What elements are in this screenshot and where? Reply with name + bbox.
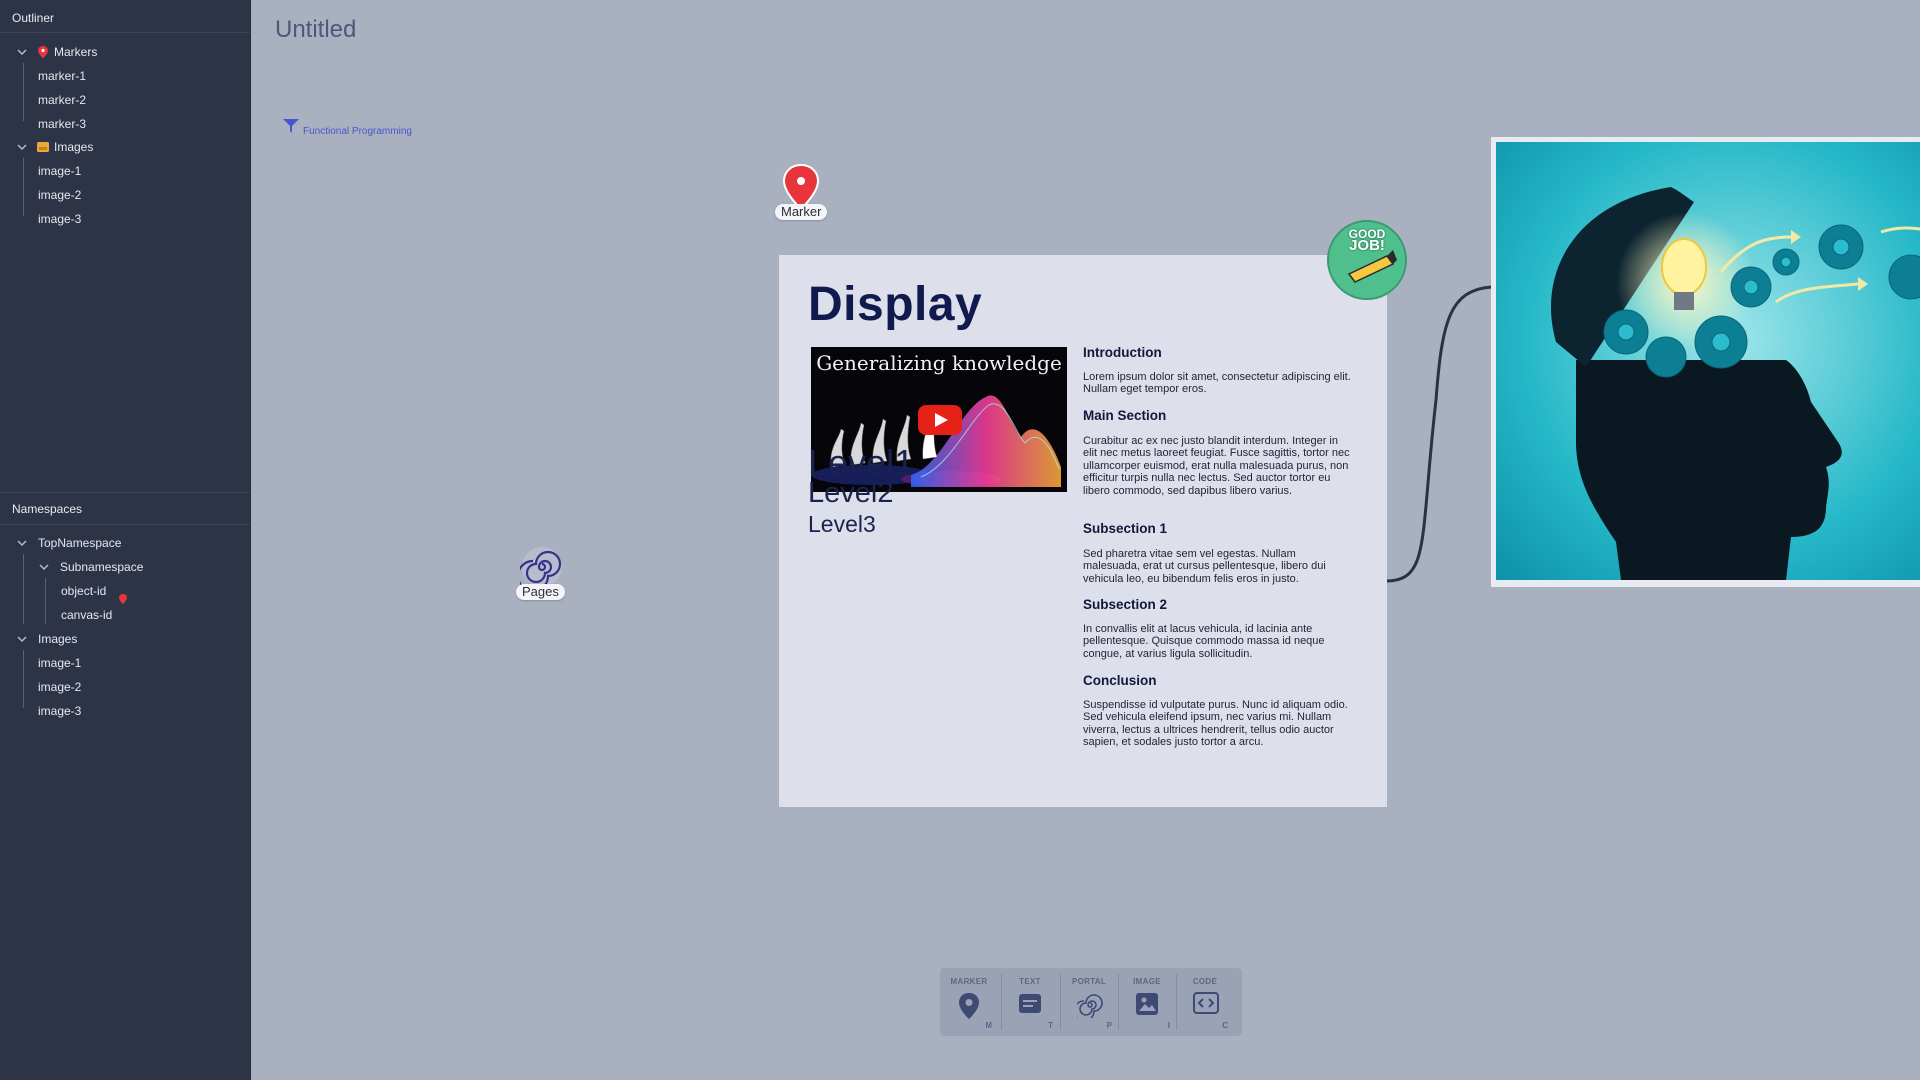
- chevron-down-icon[interactable]: [16, 533, 28, 553]
- namespace-image-item[interactable]: image-2: [38, 677, 81, 697]
- outliner-images-group[interactable]: Images: [16, 137, 236, 157]
- chevron-down-icon[interactable]: [16, 42, 28, 62]
- tool-shortcut: M: [985, 1021, 992, 1030]
- sticker-text: GOOD JOB!: [1343, 228, 1391, 254]
- chevron-down-icon[interactable]: [16, 137, 28, 157]
- outliner-markers-group[interactable]: Markers: [16, 42, 236, 62]
- outliner-image-item[interactable]: image-3: [38, 209, 81, 229]
- namespace-sub[interactable]: Subnamespace: [38, 557, 238, 577]
- tool-label: MARKER: [950, 977, 988, 986]
- tree-guide-line: [23, 158, 24, 216]
- tool-marker[interactable]: MARKER M: [940, 968, 998, 1036]
- outliner-title: Outliner: [12, 11, 55, 25]
- tool-label: PORTAL: [1071, 977, 1107, 986]
- connector-line: [1386, 285, 1493, 583]
- namespaces-title: Namespaces: [12, 502, 83, 516]
- outliner-image-item[interactable]: image-1: [38, 161, 81, 181]
- namespace-top[interactable]: TopNamespace: [16, 533, 236, 553]
- tool-label: CODE: [1192, 977, 1218, 986]
- heading-level3: Level3: [808, 511, 876, 537]
- tool-shortcut: C: [1222, 1021, 1228, 1030]
- section-text: Curabitur ac ex nec justo blandit interd…: [1083, 435, 1350, 497]
- text-icon: [1019, 994, 1041, 1013]
- display-title: Display: [808, 278, 983, 331]
- section-text: Lorem ipsum dolor sit amet, consectetur …: [1083, 371, 1351, 396]
- marker-pin-icon: [38, 46, 48, 58]
- tool-label: IMAGE: [1133, 977, 1161, 986]
- section-heading: Subsection 1: [1083, 521, 1168, 536]
- pages-label[interactable]: Pages: [516, 584, 565, 600]
- outliner-divider: [0, 32, 250, 33]
- code-icon: [1193, 992, 1219, 1014]
- creation-toolbar: MARKER M TEXT T PORTAL P IMAGE I CODE C: [940, 968, 1242, 1036]
- namespaces-divider-top: [0, 492, 250, 493]
- section-text: Suspendisse id vulputate purus. Nunc id …: [1083, 699, 1348, 749]
- sidebar: Outliner Markers marker-1 marker-2 marke…: [0, 0, 251, 1080]
- namespace-sub-label: Subnamespace: [60, 560, 144, 574]
- outliner-images-label: Images: [54, 140, 94, 154]
- image-icon: [1136, 993, 1158, 1015]
- outliner-image-item[interactable]: image-2: [38, 185, 81, 205]
- marker-label[interactable]: Marker: [775, 204, 828, 220]
- outliner-marker-item[interactable]: marker-1: [38, 66, 86, 86]
- filter-icon[interactable]: [283, 119, 299, 133]
- namespaces-divider: [0, 524, 250, 525]
- namespace-top-label: TopNamespace: [38, 536, 122, 550]
- tree-guide-line: [23, 650, 24, 708]
- tool-text[interactable]: TEXT T: [1001, 968, 1059, 1036]
- section-heading: Introduction: [1083, 345, 1162, 360]
- chevron-down-icon[interactable]: [38, 557, 50, 577]
- tool-image[interactable]: IMAGE I: [1118, 968, 1176, 1036]
- tree-guide-line: [45, 578, 46, 624]
- outliner-marker-item[interactable]: marker-2: [38, 90, 86, 110]
- section-heading: Main Section: [1083, 408, 1167, 423]
- namespace-images-label: Images: [38, 632, 78, 646]
- video-caption: Generalizing knowledge: [816, 351, 1062, 375]
- tool-shortcut: P: [1106, 1021, 1112, 1030]
- youtube-play-icon[interactable]: [918, 405, 962, 435]
- tree-guide-line: [23, 554, 24, 624]
- heading-level2: Level2: [808, 477, 894, 509]
- tool-shortcut: I: [1167, 1021, 1170, 1030]
- section-text: Sed pharetra vitae sem vel egestas. Null…: [1083, 548, 1326, 585]
- section-heading: Conclusion: [1083, 673, 1157, 688]
- namespace-object-item[interactable]: object-id: [61, 581, 106, 601]
- display-document-card[interactable]: Display Generalizing knowledge Level1 Le…: [779, 255, 1387, 807]
- canvas-image-head-gears[interactable]: [1491, 137, 1920, 587]
- outliner-markers-label: Markers: [54, 45, 98, 59]
- outliner-marker-item[interactable]: marker-3: [38, 114, 86, 134]
- tool-portal[interactable]: PORTAL P: [1060, 968, 1118, 1036]
- chevron-down-icon[interactable]: [16, 629, 28, 649]
- namespace-images-group[interactable]: Images: [16, 629, 236, 649]
- tree-guide-line: [23, 63, 24, 121]
- section-heading: Subsection 2: [1083, 597, 1168, 612]
- filter-tag-label[interactable]: Functional Programming: [303, 126, 412, 137]
- portal-spiral-icon[interactable]: [520, 545, 564, 589]
- head-gears-illustration: [1496, 142, 1920, 580]
- canvas-title[interactable]: Untitled: [275, 16, 356, 44]
- namespace-image-item[interactable]: image-3: [38, 701, 81, 721]
- tool-code[interactable]: CODE C: [1176, 968, 1234, 1036]
- tool-label: TEXT: [1019, 977, 1041, 986]
- tool-shortcut: T: [1048, 1021, 1053, 1030]
- sticker-line2: JOB!: [1349, 237, 1385, 254]
- portal-spiral-icon: [1077, 994, 1103, 1018]
- section-text: In convallis elit at lacus vehicula, id …: [1083, 623, 1325, 660]
- marker-pin-icon: [119, 594, 127, 604]
- image-folder-icon: [37, 142, 49, 152]
- namespace-canvas-item[interactable]: canvas-id: [61, 605, 112, 625]
- marker-pin-icon: [959, 993, 979, 1019]
- namespace-image-item[interactable]: image-1: [38, 653, 81, 673]
